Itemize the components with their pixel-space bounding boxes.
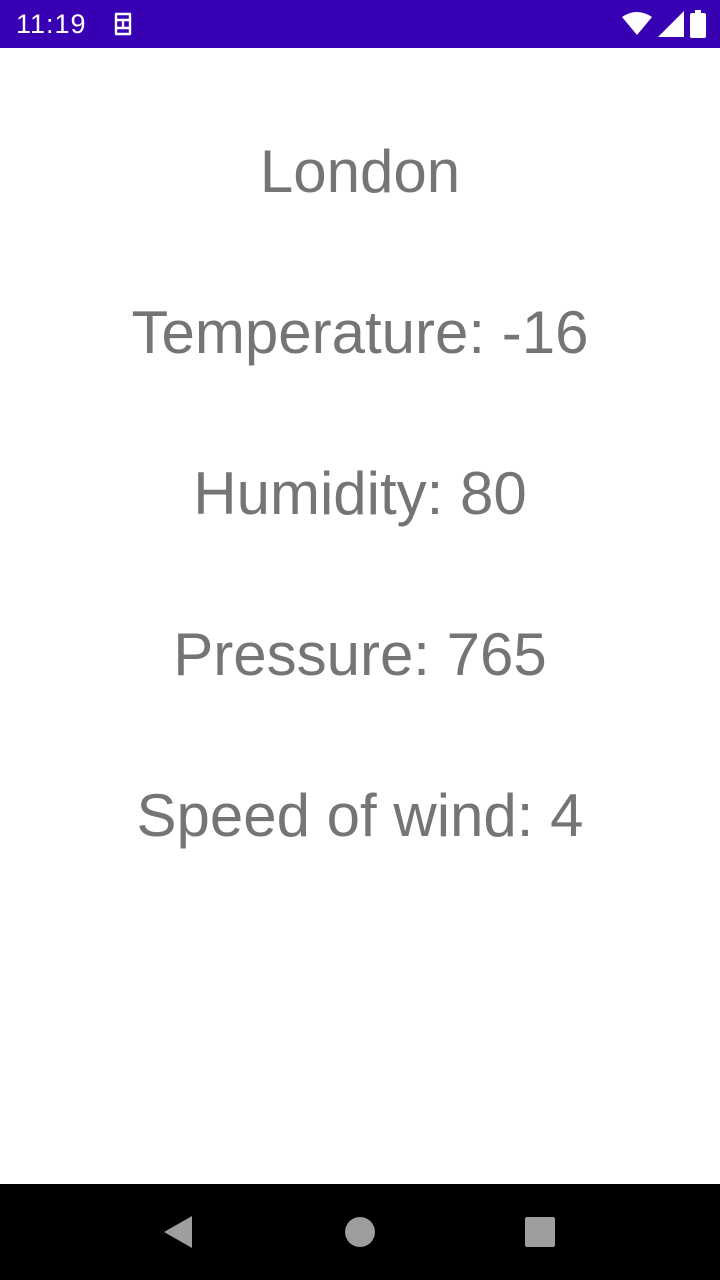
status-time: 11:19 <box>16 9 87 39</box>
sim-card-icon <box>114 12 132 36</box>
wind-speed-text: Speed of wind: 4 <box>136 782 584 849</box>
recents-icon[interactable] <box>516 1208 564 1256</box>
home-icon[interactable] <box>336 1208 384 1256</box>
status-bar: 11:19 <box>0 0 720 48</box>
battery-icon <box>690 10 706 38</box>
back-icon[interactable] <box>154 1208 202 1256</box>
pressure-text: Pressure: 765 <box>173 621 547 688</box>
city-name: London <box>259 138 461 205</box>
wifi-icon <box>622 12 652 35</box>
humidity-text: Humidity: 80 <box>193 460 527 527</box>
weather-screen: London Temperature: -16 Humidity: 80 Pre… <box>0 48 720 1184</box>
cell-signal-icon <box>658 11 684 37</box>
temperature-text: Temperature: -16 <box>131 299 589 366</box>
status-icons <box>622 10 706 38</box>
navigation-bar <box>0 1184 720 1280</box>
